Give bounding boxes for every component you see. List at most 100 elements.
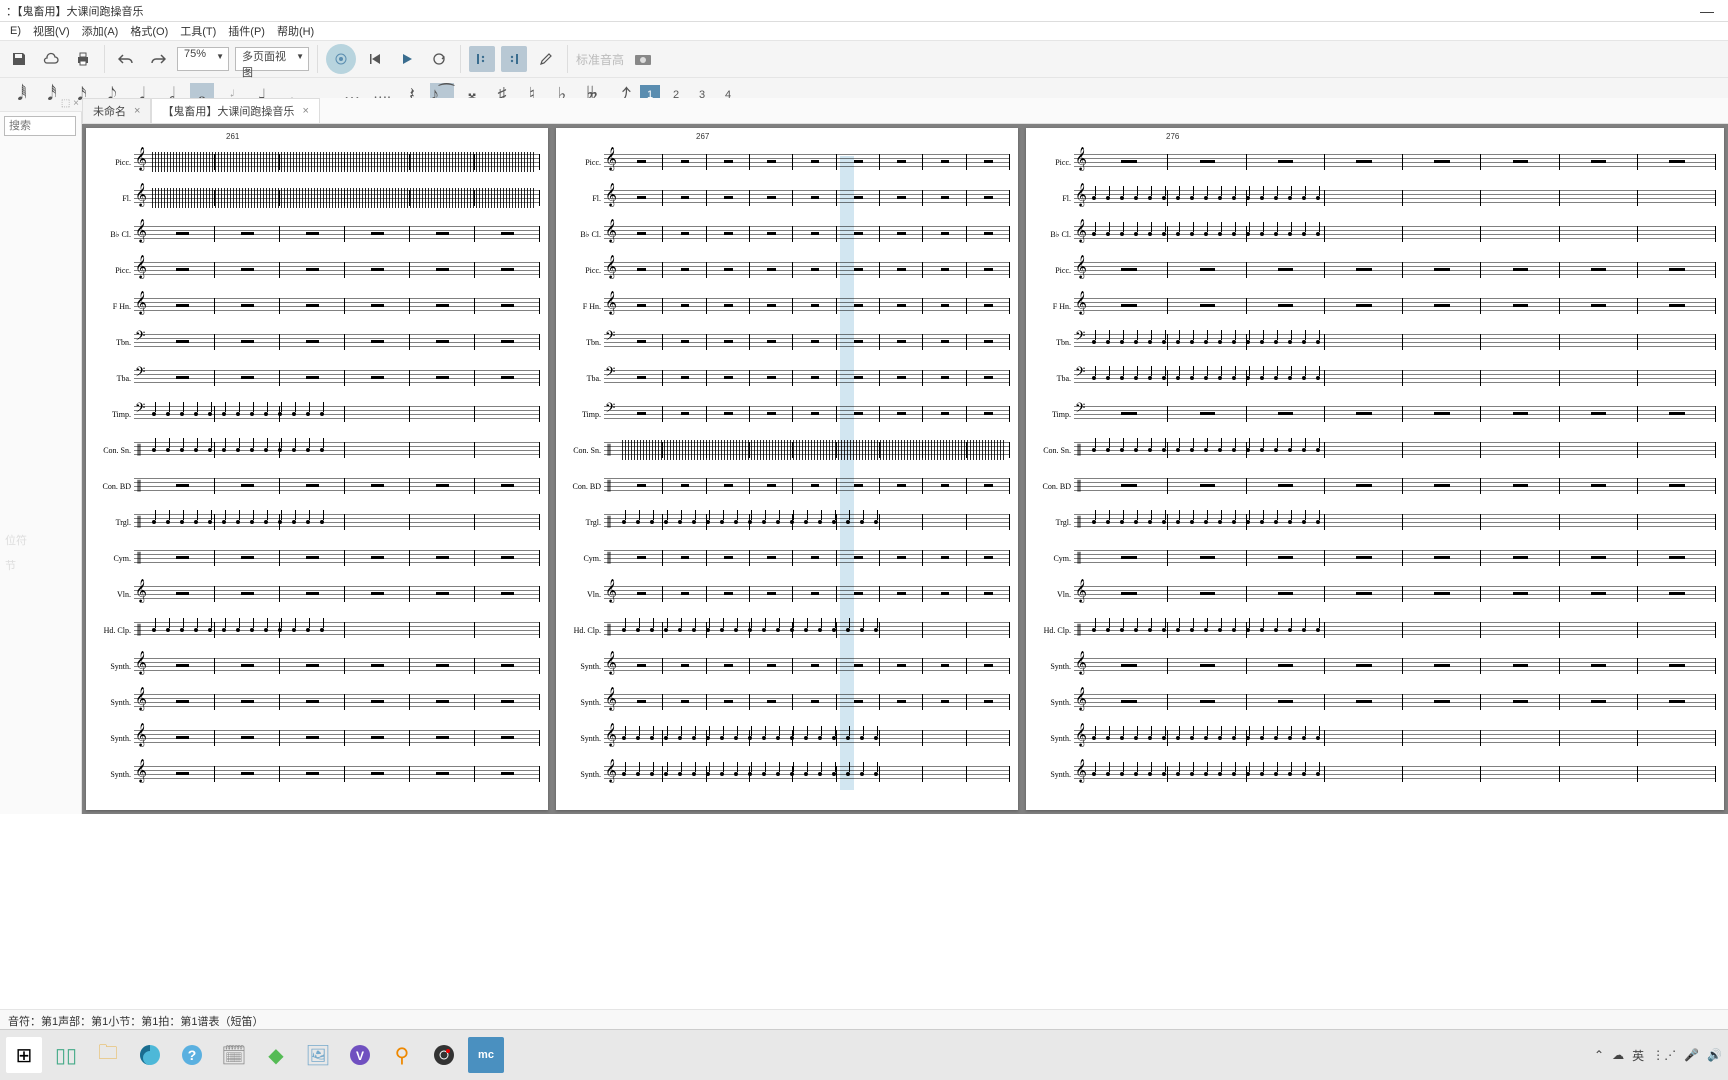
staff[interactable]: ∥ bbox=[604, 438, 1010, 462]
volume-icon[interactable]: 🔊 bbox=[1707, 1048, 1722, 1062]
staff[interactable]: 𝄞 bbox=[134, 294, 540, 318]
staff[interactable]: 𝄞 bbox=[134, 762, 540, 786]
menu-help[interactable]: 帮助(H) bbox=[273, 23, 318, 39]
staff[interactable]: 𝄞 bbox=[604, 654, 1010, 678]
staff-row[interactable]: Hd. Clp.∥ bbox=[564, 614, 1010, 646]
camera-icon[interactable] bbox=[630, 46, 656, 72]
menu-file[interactable]: E) bbox=[6, 25, 25, 37]
staff[interactable]: 𝄢 bbox=[604, 366, 1010, 390]
app-v-icon[interactable]: V bbox=[342, 1037, 378, 1073]
staff[interactable]: 𝄞 bbox=[1074, 294, 1716, 318]
staff[interactable]: 𝄢 bbox=[134, 402, 540, 426]
score-area[interactable]: 261 Picc.𝄞Fl.𝄞B♭ Cl.𝄞Picc.𝄞F Hn.𝄞Tbn.𝄢Tb… bbox=[82, 124, 1728, 814]
task-view-icon[interactable]: ▯▯ bbox=[48, 1037, 84, 1073]
staff-row[interactable]: Hd. Clp.∥ bbox=[1034, 614, 1716, 646]
tab-untitled[interactable]: 未命名× bbox=[82, 98, 151, 123]
staff[interactable]: 𝄞 bbox=[134, 726, 540, 750]
staff[interactable]: 𝄞 bbox=[1074, 690, 1716, 714]
staff-row[interactable]: Timp.𝄢 bbox=[94, 398, 540, 430]
rewind-icon[interactable] bbox=[362, 46, 388, 72]
staff[interactable]: 𝄞 bbox=[134, 150, 540, 174]
musescore-icon[interactable]: mc bbox=[468, 1037, 504, 1073]
staff[interactable]: 𝄞 bbox=[1074, 222, 1716, 246]
staff[interactable]: 𝄢 bbox=[604, 330, 1010, 354]
staff-row[interactable]: Trgl.∥ bbox=[564, 506, 1010, 538]
obs-icon[interactable] bbox=[426, 1037, 462, 1073]
staff[interactable]: ∥ bbox=[134, 438, 540, 462]
staff-row[interactable]: Con. Sn.∥ bbox=[1034, 434, 1716, 466]
staff[interactable]: ∥ bbox=[604, 510, 1010, 534]
staff-row[interactable]: Picc.𝄞 bbox=[1034, 254, 1716, 286]
score-page[interactable]: 276 Picc.𝄞Fl.𝄞B♭ Cl.𝄞Picc.𝄞F Hn.𝄞Tbn.𝄢Tb… bbox=[1026, 128, 1724, 810]
menu-plugin[interactable]: 插件(P) bbox=[224, 23, 269, 39]
staff-row[interactable]: Synth.𝄞 bbox=[94, 722, 540, 754]
staff-row[interactable]: Picc.𝄞 bbox=[94, 146, 540, 178]
staff[interactable]: 𝄞 bbox=[604, 222, 1010, 246]
staff-row[interactable]: Synth.𝄞 bbox=[1034, 758, 1716, 790]
staff-row[interactable]: Synth.𝄞 bbox=[94, 650, 540, 682]
staff-row[interactable]: F Hn.𝄞 bbox=[1034, 290, 1716, 322]
staff[interactable]: ∥ bbox=[134, 618, 540, 642]
staff[interactable]: 𝄞 bbox=[134, 690, 540, 714]
staff-row[interactable]: Trgl.∥ bbox=[1034, 506, 1716, 538]
app-green-icon[interactable]: ◆ bbox=[258, 1037, 294, 1073]
staff-row[interactable]: Synth.𝄞 bbox=[94, 686, 540, 718]
staff-row[interactable]: Picc.𝄞 bbox=[1034, 146, 1716, 178]
tab-document[interactable]: 【鬼畜用】大课间跑操音乐× bbox=[151, 98, 319, 123]
staff[interactable]: ∥ bbox=[604, 474, 1010, 498]
minimize-button[interactable]: — bbox=[1692, 3, 1722, 19]
edit-icon[interactable] bbox=[533, 46, 559, 72]
staff[interactable]: ∥ bbox=[604, 618, 1010, 642]
staff[interactable]: 𝄢 bbox=[1074, 330, 1716, 354]
redo-icon[interactable] bbox=[145, 46, 171, 72]
staff[interactable]: 𝄞 bbox=[1074, 150, 1716, 174]
staff[interactable]: ∥ bbox=[1074, 474, 1716, 498]
staff[interactable]: ∥ bbox=[134, 474, 540, 498]
staff-row[interactable]: Con. BD∥ bbox=[94, 470, 540, 502]
staff[interactable]: 𝄞 bbox=[604, 690, 1010, 714]
staff-row[interactable]: Cym.∥ bbox=[1034, 542, 1716, 574]
staff-row[interactable]: Timp.𝄢 bbox=[1034, 398, 1716, 430]
staff[interactable]: 𝄢 bbox=[134, 330, 540, 354]
staff[interactable]: ∥ bbox=[1074, 546, 1716, 570]
loop-icon[interactable] bbox=[426, 46, 452, 72]
staff-row[interactable]: Fl.𝄞 bbox=[94, 182, 540, 214]
staff[interactable]: ∥ bbox=[1074, 510, 1716, 534]
close-panel-icon[interactable]: ⬚ × bbox=[61, 98, 79, 109]
staff[interactable]: 𝄞 bbox=[604, 294, 1010, 318]
staff-row[interactable]: Timp.𝄢 bbox=[564, 398, 1010, 430]
zoom-select[interactable]: 75%▼ bbox=[177, 47, 229, 71]
concert-pitch-button[interactable]: 标准音高 bbox=[576, 51, 624, 68]
staff[interactable]: 𝄞 bbox=[604, 762, 1010, 786]
loop-start-icon[interactable] bbox=[469, 46, 495, 72]
staff-row[interactable]: B♭ Cl.𝄞 bbox=[564, 218, 1010, 250]
staff[interactable]: ∥ bbox=[1074, 438, 1716, 462]
staff-row[interactable]: Synth.𝄞 bbox=[564, 758, 1010, 790]
broadcast-icon[interactable]: ⚲ bbox=[384, 1037, 420, 1073]
staff[interactable]: 𝄞 bbox=[604, 258, 1010, 282]
photos-icon[interactable]: 🖼 bbox=[300, 1037, 336, 1073]
ime-indicator[interactable]: 英 bbox=[1632, 1047, 1644, 1064]
staff-row[interactable]: F Hn.𝄞 bbox=[564, 290, 1010, 322]
close-tab-icon[interactable]: × bbox=[302, 105, 308, 117]
staff-row[interactable]: Tba.𝄢 bbox=[1034, 362, 1716, 394]
staff-row[interactable]: Tbn.𝄢 bbox=[564, 326, 1010, 358]
cloud-icon[interactable] bbox=[38, 46, 64, 72]
wifi-icon[interactable]: ⋮⋰ bbox=[1652, 1048, 1676, 1062]
staff-row[interactable]: Con. Sn.∥ bbox=[94, 434, 540, 466]
staff[interactable]: 𝄞 bbox=[134, 186, 540, 210]
staff-row[interactable]: Synth.𝄞 bbox=[564, 650, 1010, 682]
staff[interactable]: ∥ bbox=[134, 546, 540, 570]
score-page[interactable]: 267 Picc.𝄞Fl.𝄞B♭ Cl.𝄞Picc.𝄞F Hn.𝄞Tbn.𝄢Tb… bbox=[556, 128, 1018, 810]
staff-row[interactable]: Synth.𝄞 bbox=[564, 686, 1010, 718]
staff[interactable]: 𝄞 bbox=[604, 186, 1010, 210]
staff-row[interactable]: Tba.𝄢 bbox=[564, 362, 1010, 394]
staff-row[interactable]: Synth.𝄞 bbox=[564, 722, 1010, 754]
staff[interactable]: 𝄞 bbox=[134, 258, 540, 282]
staff[interactable]: 𝄢 bbox=[1074, 402, 1716, 426]
staff-row[interactable]: Con. Sn.∥ bbox=[564, 434, 1010, 466]
palette-search-input[interactable] bbox=[4, 116, 76, 136]
calendar-icon[interactable]: 🗓 bbox=[216, 1037, 252, 1073]
staff[interactable]: 𝄞 bbox=[134, 222, 540, 246]
staff-row[interactable]: Tbn.𝄢 bbox=[94, 326, 540, 358]
